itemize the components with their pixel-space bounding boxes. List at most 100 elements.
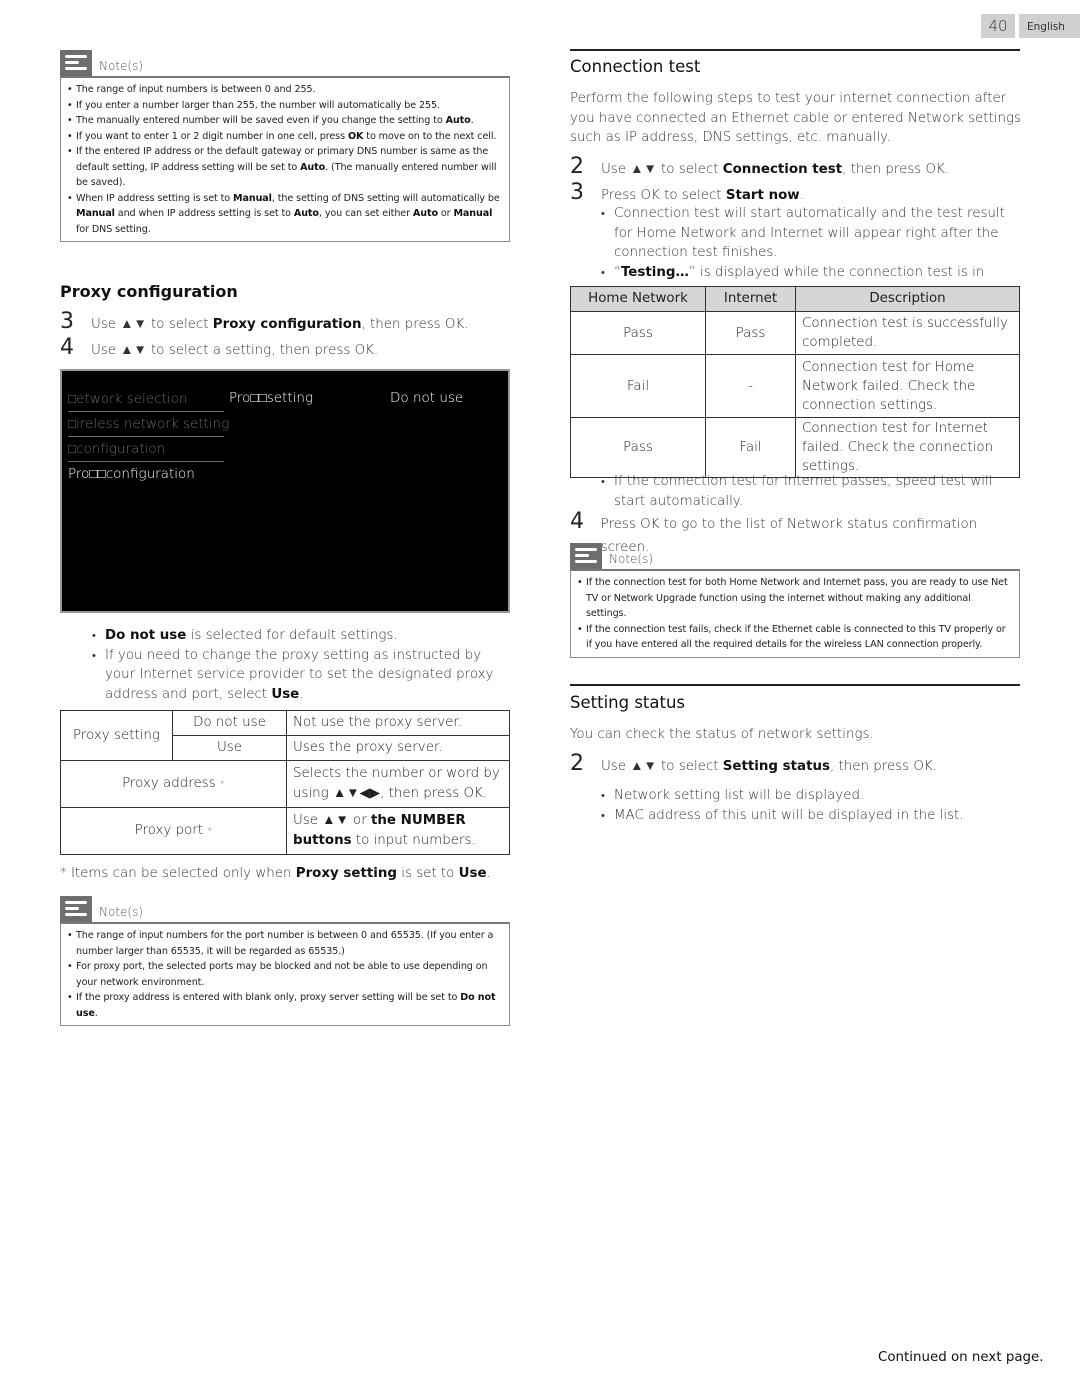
list-item: If the proxy address is entered with bla… [66,990,504,1021]
footnote: * Items can be selected only when Proxy … [60,866,491,881]
header-description: Description [795,286,1020,312]
emphasis-text: Testing… [620,264,689,280]
cell-description: Connection test for Internet failed. Che… [795,417,1020,478]
cell-internet: Pass [705,311,796,355]
emphasis-text: Manual [453,208,493,219]
note-icon [570,543,602,569]
cell-internet: Fail [705,417,796,478]
tv-menu-wireless-setting: □ireless network setting [68,412,229,437]
header-internet: Internet [705,286,796,312]
section-title-proxy: Proxy configuration [60,282,238,301]
emphasis-text: Proxy configuration [212,317,362,332]
status-intro: You can check the status of network sett… [570,727,874,742]
language-label: English [1019,14,1080,38]
cell-proxy-setting: Proxy setting [60,710,173,761]
asterisk: * [219,778,225,790]
table-row: Proxy address * Selects the number or wo… [60,760,510,808]
asterisk: * [207,825,213,837]
emphasis-text: OK [347,130,364,142]
section-title-connection-test: Connection test [570,57,701,76]
proxy-settings-table: Proxy setting Do not use Not use the pro… [60,710,510,855]
after-table-bullets: If the connection test for Internet pass… [601,472,1025,511]
table-header-row: Home Network Internet Description [570,286,1020,312]
emphasis-text: Setting status [722,759,830,774]
list-item: Connection test will start automatically… [601,204,1025,263]
step-4: 4 Use ▲▼ to select a setting, then press… [60,336,510,362]
list-item: If the connection test for both Home Net… [576,575,1014,622]
step-number: 2 [570,154,584,179]
tv-setting-value: Do not use [390,390,464,406]
proxy-port-label: Proxy port [134,822,204,838]
page-number: 40 [981,14,1015,38]
cell-home-network: Pass [570,417,706,478]
note-box: The range of input numbers for the port … [60,922,510,1026]
proxy-address-label: Proxy address [122,775,216,791]
list-item: If you need to change the proxy setting … [92,646,512,705]
proxy-steps: 3 Use ▲▼ to select Proxy configuration, … [60,310,510,362]
cell-do-not-use: Do not use [172,710,287,736]
list-item: If the connection test for Internet pass… [601,472,1025,511]
note-header: Note(s) [60,50,510,76]
cell-use-desc: Uses the proxy server. [286,735,510,761]
step-3: 3 Use ▲▼ to select Proxy configuration, … [60,310,510,336]
emphasis-text: Connection test [722,162,843,177]
cell-home-network: Fail [570,354,706,418]
status-bullets: Network setting list will be displayed.M… [601,786,1025,825]
table-row: Proxy port * Use ▲▼ or the NUMBER button… [60,807,510,855]
section-divider [570,684,1020,686]
note-block-proxy: Note(s) The range of input numbers for t… [60,896,510,1026]
tv-menu-proxy-configuration: Pro□□configuration [68,466,195,482]
proxy-bullets: Do not use is selected for default setti… [92,626,512,704]
cell-do-not-use-desc: Not use the proxy server. [286,710,510,736]
list-item: When IP address setting is set to Manual… [66,191,504,238]
connection-test-table: Home Network Internet Description Pass P… [570,286,1020,478]
section-title-setting-status: Setting status [570,693,686,712]
cell-home-network: Pass [570,311,706,355]
emphasis-text: Use [458,866,487,881]
continued-note: Continued on next page. [878,1350,1044,1365]
step-number: 4 [570,509,584,534]
list-item: If the connection test fails, check if t… [576,622,1014,653]
list-item: The manually entered number will be save… [66,113,504,129]
step-text: Use ▲▼ to select Setting status, then pr… [601,759,937,774]
note-header: Note(s) [60,896,510,922]
tv-menu-network-selection: □etwork selection [68,387,224,412]
step-2: 2 Use ▲▼ to select Connection test, then… [570,155,1025,181]
table-row: Proxy setting Do not use Not use the pro… [60,710,510,761]
step-number: 4 [60,335,74,360]
cell-proxy-address: Proxy address * [60,760,287,808]
step-number: 3 [570,180,584,205]
list-item: If you enter a number larger than 255, t… [66,98,504,114]
cell-proxy-address-desc: Selects the number or word by using ▲▼◀▶… [286,760,510,808]
table-row: Pass Fail Connection test for Internet f… [570,417,1020,478]
step-number: 2 [570,751,584,776]
emphasis-text: Manual [233,192,272,204]
emphasis-text: Proxy setting [295,866,397,881]
note-label: Note(s) [99,905,144,919]
emphasis-text: Auto [445,115,471,126]
list-item: If you want to enter 1 or 2 digit number… [66,129,504,145]
connection-steps: 2 Use ▲▼ to select Connection test, then… [570,155,1025,207]
list-item: If the entered IP address or the default… [66,144,504,191]
note-box: The range of input numbers is between 0 … [60,76,510,242]
note-icon [60,50,92,76]
note-header: Note(s) [570,543,1020,569]
header-home-network: Home Network [570,286,706,312]
note-block-ip: Note(s) The range of input numbers is be… [60,50,510,242]
note-icon [60,896,92,922]
note-label: Note(s) [99,59,144,73]
emphasis-text: Auto [412,208,438,219]
emphasis-text: Auto [300,161,326,173]
list-item: MAC address of this unit will be display… [601,806,1025,826]
connection-intro: Perform the following steps to test your… [570,91,1021,145]
table-row: Fail - Connection test for Home Network … [570,354,1020,418]
cell-proxy-port: Proxy port * [60,807,287,855]
tv-menu-ip-configuration: □configuration [68,437,224,462]
list-item: For proxy port, the selected ports may b… [66,959,504,990]
cell-description: Connection test for Home Network failed.… [795,354,1020,418]
emphasis-text: Start now [725,188,800,203]
cell-internet: - [705,354,796,418]
emphasis-text: Auto [293,208,319,219]
cell-use: Use [172,735,287,761]
emphasis-text: Manual [76,208,115,219]
